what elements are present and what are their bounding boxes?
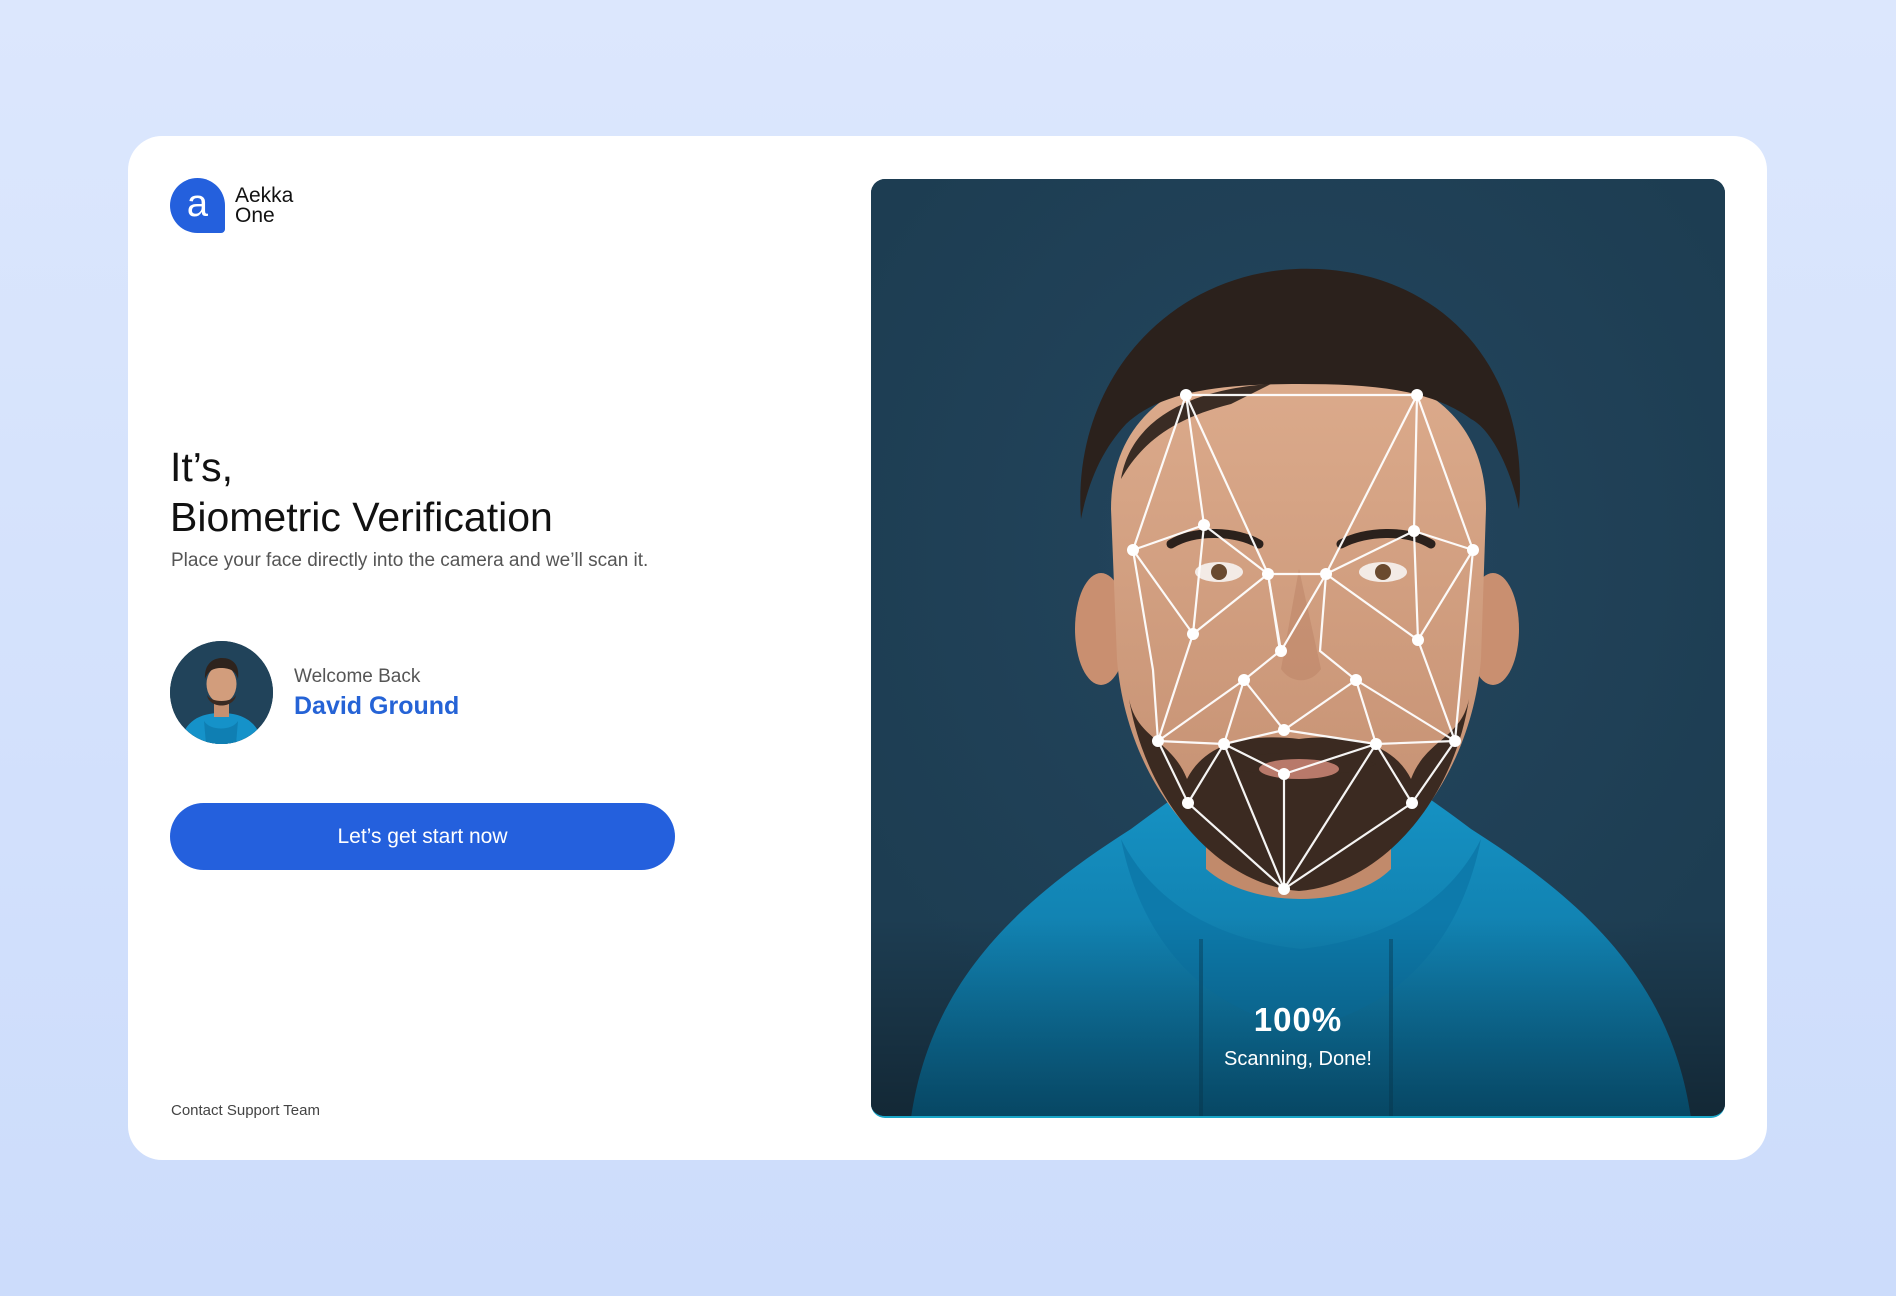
brand-name-line1: Aekka [235, 183, 294, 207]
verification-card: a Aekka One It’s, Biometric Verification… [128, 136, 1767, 1160]
page-title-line2: Biometric Verification [170, 494, 553, 540]
user-name: David Ground [294, 691, 460, 720]
get-started-button[interactable]: Let’s get start now [170, 803, 675, 870]
avatar-portrait-icon [170, 641, 273, 744]
contact-support-link[interactable]: Contact Support Team [171, 1102, 320, 1119]
brand-name-line2: One [235, 203, 275, 227]
scanned-face-photo [871, 179, 1725, 1116]
page-title-line1: It’s, [170, 444, 234, 490]
logo-mark-icon: a [170, 178, 225, 233]
scan-status: Scanning, Done! [1224, 1048, 1372, 1070]
logo-letter: a [186, 182, 209, 225]
scan-progress: 100% [1253, 1001, 1343, 1038]
avatar [170, 641, 273, 744]
welcome-label: Welcome Back [294, 665, 421, 687]
page-subtitle: Place your face directly into the camera… [171, 550, 649, 571]
brand-name: Aekka One [235, 183, 294, 227]
brand-logo[interactable]: a Aekka One [170, 178, 293, 233]
page-title: It’s, Biometric Verification [170, 442, 553, 542]
user-welcome: Welcome Back David Ground [170, 641, 459, 744]
face-scan-panel: 100% Scanning, Done! [871, 179, 1725, 1118]
